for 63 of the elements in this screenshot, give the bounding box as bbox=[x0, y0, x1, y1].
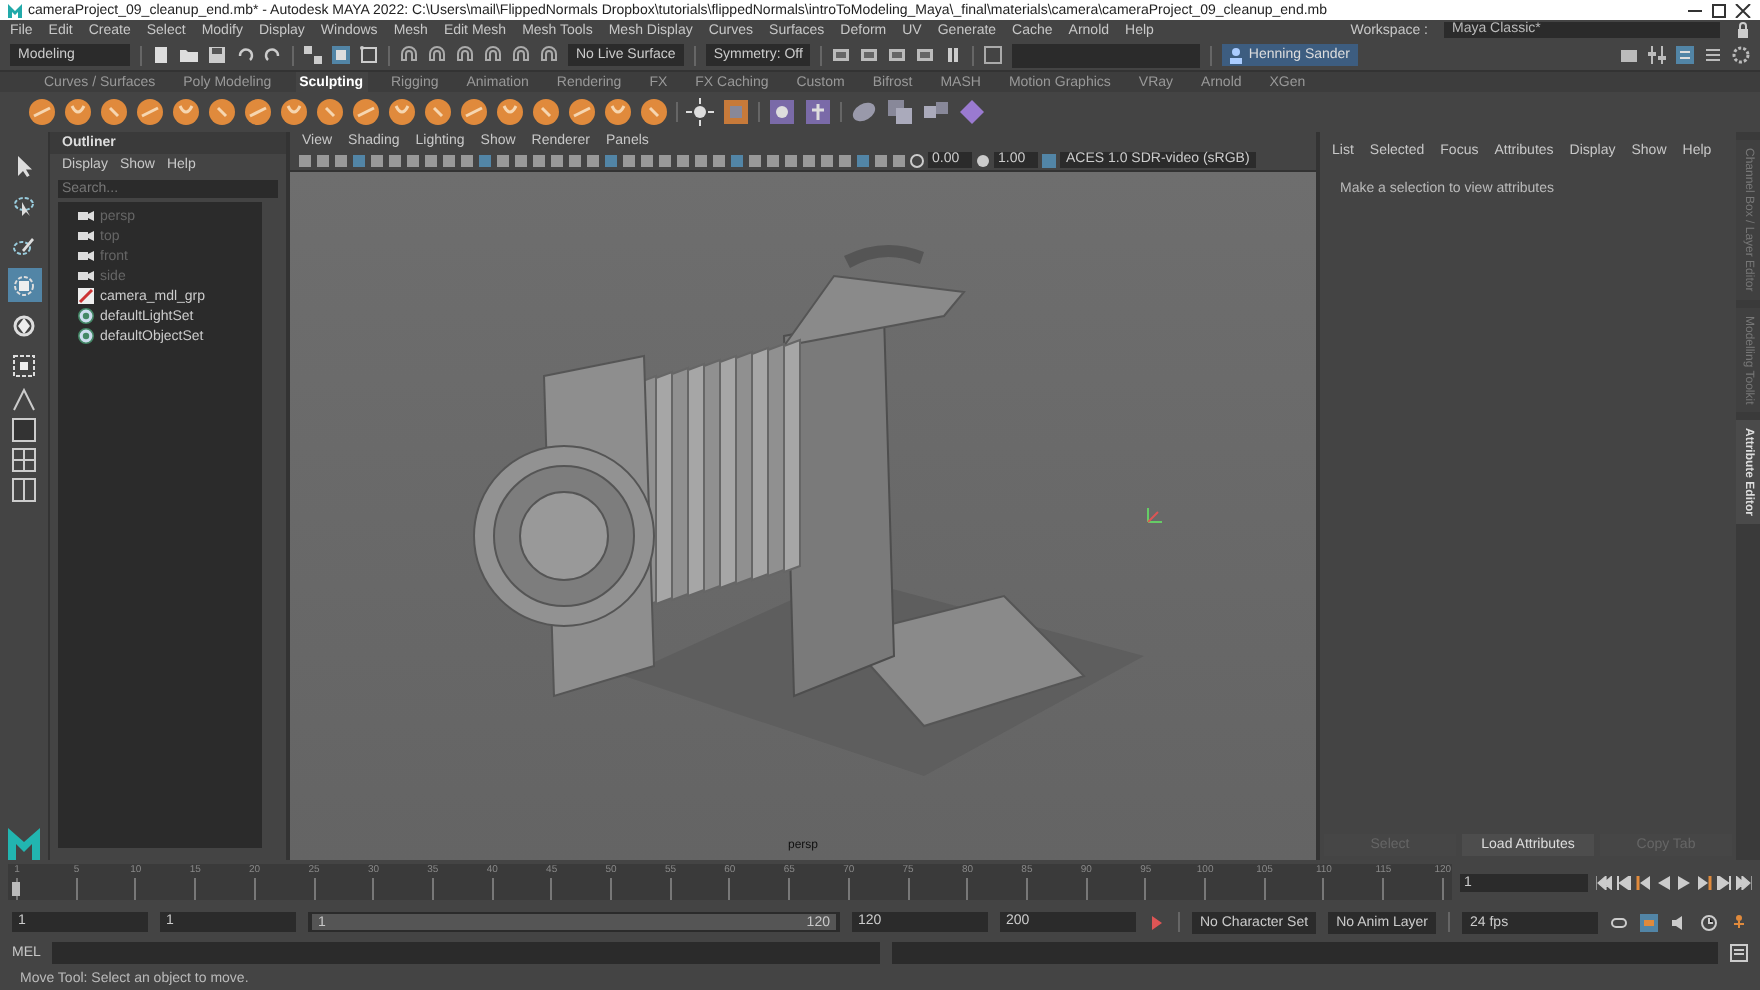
sculpt-brush-icon[interactable] bbox=[172, 98, 200, 126]
current-time-marker[interactable] bbox=[12, 882, 20, 896]
sculpt-brush-icon[interactable] bbox=[280, 98, 308, 126]
sculpt-brush-icon[interactable] bbox=[28, 98, 56, 126]
sculpt-brush-icon[interactable] bbox=[136, 98, 164, 126]
speaker-icon[interactable] bbox=[1670, 913, 1688, 931]
auto-key-icon[interactable] bbox=[1147, 913, 1166, 931]
command-field[interactable] bbox=[52, 942, 880, 964]
sculpt-brush-icon[interactable] bbox=[496, 98, 524, 126]
new-scene-icon[interactable] bbox=[152, 46, 170, 64]
name-field[interactable] bbox=[1012, 43, 1201, 67]
save-icon[interactable] bbox=[208, 46, 226, 64]
sculpt-brush-icon[interactable] bbox=[352, 98, 380, 126]
sculpt-brush-icon[interactable] bbox=[316, 98, 344, 126]
step-back-key-icon[interactable] bbox=[1616, 875, 1632, 889]
camera-icon bbox=[78, 230, 94, 242]
sculpt-brush-icon[interactable] bbox=[244, 98, 272, 126]
redo-icon[interactable] bbox=[264, 46, 282, 64]
lock-icon[interactable] bbox=[1736, 22, 1750, 38]
close-icon[interactable] bbox=[1734, 3, 1752, 17]
sculpt-brush-icon[interactable] bbox=[640, 98, 668, 126]
sliders-icon[interactable] bbox=[1648, 46, 1666, 64]
camera-icon bbox=[78, 210, 94, 222]
single-view-icon[interactable] bbox=[12, 418, 36, 442]
sculpt-brush-icon[interactable] bbox=[208, 98, 236, 126]
sculpt-brush-icon[interactable] bbox=[568, 98, 596, 126]
loop-icon[interactable] bbox=[1610, 913, 1628, 931]
command-result-field[interactable] bbox=[891, 942, 1718, 964]
maximize-icon[interactable] bbox=[1710, 3, 1728, 17]
maya-logo-icon bbox=[8, 3, 22, 17]
list-icon[interactable] bbox=[1704, 46, 1722, 64]
light-icon[interactable] bbox=[686, 98, 714, 126]
sculpt-brush-icon[interactable] bbox=[460, 98, 488, 126]
group-icon bbox=[78, 288, 94, 304]
sculpt-brush-icon[interactable] bbox=[424, 98, 452, 126]
diamond-icon[interactable] bbox=[958, 98, 986, 126]
axis-icon bbox=[1143, 506, 1163, 526]
four-view-icon[interactable] bbox=[12, 448, 36, 472]
sculpt-brush-icon[interactable] bbox=[64, 98, 92, 126]
sculpt-brush-icon[interactable] bbox=[604, 98, 632, 126]
pause-icon[interactable] bbox=[944, 46, 963, 64]
sculpt-brush-icon[interactable] bbox=[532, 98, 560, 126]
user-icon bbox=[1230, 47, 1243, 63]
go-to-start-icon[interactable] bbox=[1596, 875, 1612, 889]
panel-layout-icon[interactable] bbox=[1676, 46, 1694, 64]
step-forward-icon[interactable] bbox=[1716, 875, 1732, 889]
go-to-end-icon[interactable] bbox=[1736, 875, 1752, 889]
clock-icon[interactable] bbox=[1700, 913, 1718, 931]
next-key-icon[interactable] bbox=[1696, 875, 1712, 889]
play-backward-icon[interactable] bbox=[1656, 875, 1672, 889]
two-view-icon[interactable] bbox=[12, 478, 36, 502]
duplicate-icon[interactable] bbox=[886, 98, 914, 126]
script-editor-icon[interactable] bbox=[1730, 944, 1748, 962]
sculpt-brush-icon[interactable] bbox=[388, 98, 416, 126]
folder-icon[interactable] bbox=[180, 46, 198, 64]
settings-icon[interactable] bbox=[1732, 46, 1750, 64]
camera-icon bbox=[78, 270, 94, 282]
undo-icon[interactable] bbox=[236, 46, 254, 64]
play-icon[interactable] bbox=[1676, 875, 1692, 889]
sculpt-brush-icon[interactable] bbox=[100, 98, 128, 126]
prev-key-icon[interactable] bbox=[1636, 875, 1652, 889]
maya-logo-icon bbox=[8, 828, 40, 860]
camera-icon bbox=[78, 250, 94, 262]
